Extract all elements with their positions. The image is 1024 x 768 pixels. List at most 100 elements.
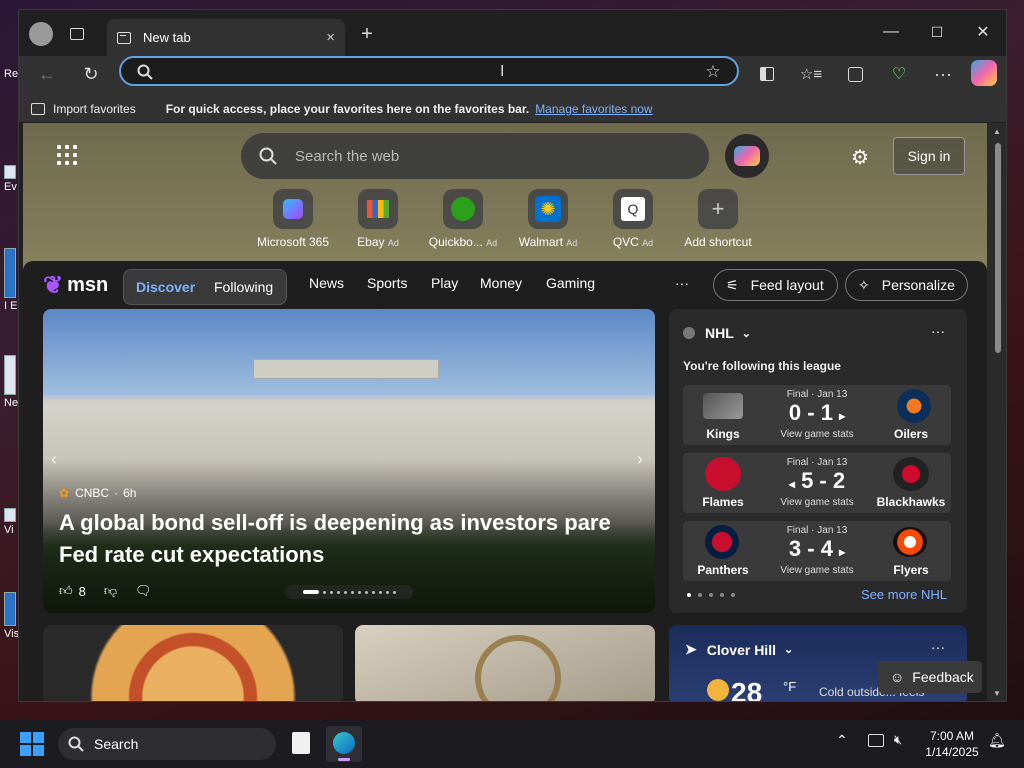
hero-headline[interactable]: A global bond sell-off is deepening as i… xyxy=(59,507,639,571)
tab-new-tab[interactable]: New tab × xyxy=(107,19,345,56)
nav-play[interactable]: Play xyxy=(431,275,458,291)
add-shortcut-button[interactable]: + Add shortcut xyxy=(675,189,761,249)
more-menu-icon[interactable]: ··· xyxy=(931,62,955,86)
msn-feed: ❦ msn Discover Following News Sports Play… xyxy=(23,261,987,701)
app-launcher-icon[interactable] xyxy=(57,145,77,165)
msn-logo[interactable]: ❦ msn xyxy=(43,271,108,300)
tab-title: New tab xyxy=(143,30,191,45)
close-tab-icon[interactable]: × xyxy=(326,29,335,46)
nav-sports[interactable]: Sports xyxy=(367,275,407,291)
msn-brand: msn xyxy=(67,274,109,296)
maximize-button[interactable]: ☐ xyxy=(925,20,949,44)
game-card[interactable]: Panthers Final · Jan 13 3 - 4 ▸ View game … xyxy=(683,521,951,581)
nav-money[interactable]: Money xyxy=(480,275,522,291)
view-game-stats[interactable]: View game stats xyxy=(763,565,871,576)
file-explorer-icon[interactable] xyxy=(292,732,310,754)
minimize-button[interactable]: — xyxy=(879,20,903,44)
weather-more-icon[interactable]: ··· xyxy=(931,639,945,655)
web-search-box[interactable]: Search the web xyxy=(241,133,709,179)
game-status: Final · Jan 13 xyxy=(786,389,848,400)
tab-discover[interactable]: Discover xyxy=(136,279,195,295)
feed-layout-button[interactable]: ⚟ Feed layout xyxy=(713,269,838,301)
scroll-down-icon[interactable]: ▼ xyxy=(993,689,1001,698)
profile-avatar[interactable] xyxy=(29,22,53,46)
nhl-header[interactable]: NHL ⌄ xyxy=(683,325,751,341)
nhl-more-icon[interactable]: ··· xyxy=(931,323,945,339)
edge-taskbar-button[interactable] xyxy=(326,726,362,762)
sign-in-button[interactable]: Sign in xyxy=(893,137,965,175)
shortcut-ebay[interactable]: Ebay Ad xyxy=(335,189,421,249)
view-game-stats[interactable]: View game stats xyxy=(763,497,871,508)
view-game-stats[interactable]: View game stats xyxy=(763,429,871,440)
copilot-icon[interactable] xyxy=(971,60,997,86)
vertical-scrollbar[interactable]: ▲ ▼ xyxy=(987,123,1006,701)
volume-muted-icon[interactable]: 🔇︎ xyxy=(894,732,902,748)
see-more-nhl-link[interactable]: See more NHL xyxy=(861,587,947,602)
shortcut-microsoft-365[interactable]: Microsoft 365 xyxy=(250,189,336,249)
start-button[interactable] xyxy=(20,732,44,756)
nhl-pagination[interactable] xyxy=(687,593,735,597)
nav-more-button[interactable]: ··· xyxy=(675,275,689,291)
shortcut-label: Ebay xyxy=(357,235,385,249)
favorite-star-icon[interactable]: ☆ xyxy=(703,62,723,82)
winner-arrow-icon: ◂ xyxy=(788,477,795,491)
collections-icon[interactable] xyxy=(843,62,867,86)
copilot-button[interactable] xyxy=(725,134,769,178)
away-team: Flyers xyxy=(893,563,929,577)
close-window-button[interactable]: ✕ xyxy=(971,20,995,44)
address-bar[interactable]: ☆ xyxy=(119,56,739,86)
next-arrow-icon[interactable]: › xyxy=(637,449,643,470)
desktop-icon-label: Vi xyxy=(4,524,14,536)
search-placeholder: Search the web xyxy=(295,147,400,165)
address-input[interactable] xyxy=(161,62,681,82)
browser-essentials-icon[interactable]: ♡ xyxy=(887,62,911,86)
copilot-icon xyxy=(734,146,760,166)
thumbs-up-icon[interactable]: 👍︎ xyxy=(59,583,73,599)
tab-following[interactable]: Following xyxy=(214,279,273,295)
shortcut-walmart[interactable]: ✺ Walmart Ad xyxy=(505,189,591,249)
shortcut-qvc[interactable]: Q QVC Ad xyxy=(590,189,676,249)
shortcut-quickbooks[interactable]: Quickbo... Ad xyxy=(420,189,506,249)
home-team: Kings xyxy=(706,427,740,441)
previous-arrow-icon[interactable]: ‹ xyxy=(51,449,57,470)
panthers-logo-icon xyxy=(705,525,739,559)
network-icon[interactable] xyxy=(868,734,884,747)
scrollbar-thumb[interactable] xyxy=(995,143,1001,353)
carousel-indicator[interactable] xyxy=(285,585,413,599)
scroll-up-icon[interactable]: ▲ xyxy=(993,127,1001,136)
nav-news[interactable]: News xyxy=(309,275,344,291)
clock[interactable]: 7:00 AM 1/14/2025 xyxy=(920,728,984,760)
file-icon xyxy=(4,165,16,179)
feedback-button[interactable]: ☺ Feedback xyxy=(878,661,982,693)
game-card[interactable]: Flames Final · Jan 13 ◂ 5 - 2 View game st… xyxy=(683,453,951,513)
notification-bell-icon[interactable]: 🔔︎ xyxy=(988,732,1006,749)
book-article-card[interactable] xyxy=(355,625,655,701)
game-score: 0 - 1 xyxy=(788,400,833,425)
manage-favorites-link[interactable]: Manage favorites now xyxy=(535,102,652,116)
favorites-hint: For quick access, place your favorites h… xyxy=(165,102,530,116)
cnbc-peacock-icon: ✿ xyxy=(59,486,70,500)
hero-article[interactable]: ‹ › ✿ CNBC · 6h A global bond sell-off is … xyxy=(43,309,655,613)
game-card[interactable]: Kings Final · Jan 13 0 - 1 ▸ View game sta… xyxy=(683,385,951,445)
nav-gaming[interactable]: Gaming xyxy=(546,275,595,291)
favorites-icon[interactable]: ☆≡ xyxy=(799,62,823,86)
pizza-article-card[interactable] xyxy=(43,625,343,701)
back-arrow-icon[interactable]: ← xyxy=(35,62,59,86)
game-score-block: Final · Jan 13 0 - 1 ▸ View game stats xyxy=(763,389,871,440)
taskbar-search[interactable]: Search xyxy=(58,728,276,760)
settings-gear-icon[interactable]: ⚙ xyxy=(851,145,869,170)
article-age: 6h xyxy=(123,486,137,500)
winner-arrow-icon: ▸ xyxy=(839,409,846,423)
refresh-icon[interactable]: ↻ xyxy=(79,62,103,86)
search-icon xyxy=(137,64,153,80)
new-tab-button[interactable]: + xyxy=(355,22,379,46)
tab-actions-icon[interactable] xyxy=(67,24,87,44)
split-screen-icon[interactable] xyxy=(755,62,779,86)
weather-location[interactable]: ➤ Clover Hill ⌄ xyxy=(685,641,793,658)
thumbs-down-icon[interactable]: 👎︎ xyxy=(104,583,117,599)
import-favorites-button[interactable]: Import favorites xyxy=(53,102,136,116)
location-arrow-icon: ➤ xyxy=(685,641,697,657)
personalize-button[interactable]: ✧ Personalize xyxy=(845,269,968,301)
comment-icon[interactable]: 🗨︎ xyxy=(135,583,152,599)
show-hidden-icons-icon[interactable]: ⌃ xyxy=(836,732,848,749)
